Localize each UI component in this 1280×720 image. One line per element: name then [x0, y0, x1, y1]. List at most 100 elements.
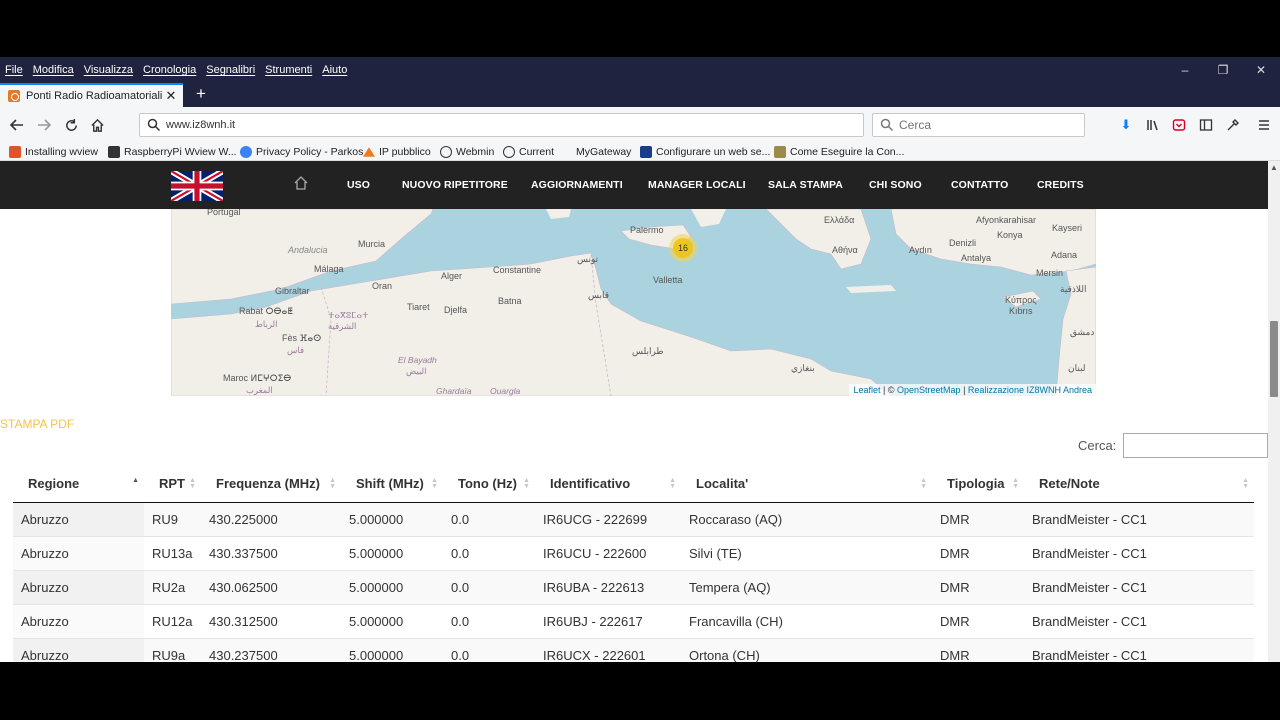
- search-icon: [880, 118, 894, 132]
- url-bar[interactable]: www.iz8wnh.it: [139, 113, 864, 137]
- table-row[interactable]: Abruzzo RU9a 430.237500 5.000000 0.0 IR6UCX -…: [13, 637, 1254, 662]
- repeater-table: Regione ▲ RPT ▲ ▼ Frequenza (MHz) ▲ ▼ Shift (…: [13, 466, 1254, 662]
- table-cell: 5.000000: [341, 501, 443, 536]
- table-search-input[interactable]: [1123, 433, 1268, 458]
- table-row[interactable]: Abruzzo RU13a 430.337500 5.000000 0.0 IR6UCU …: [13, 535, 1254, 570]
- header-label: Shift (MHz): [356, 476, 424, 492]
- column-header-regione[interactable]: Regione ▲: [13, 466, 144, 503]
- map-attribution: Leaflet | © OpenStreetMap | Realizzazion…: [849, 384, 1096, 396]
- bookmark-favicon-icon: [108, 146, 120, 158]
- bookmark-favicon-icon: [363, 147, 375, 157]
- table-header-row: Regione ▲ RPT ▲ ▼ Frequenza (MHz) ▲ ▼ Shift (…: [13, 466, 1254, 503]
- author-link[interactable]: IZ8WNH Andrea: [1026, 385, 1092, 395]
- table-cell: Roccaraso (AQ): [681, 501, 932, 536]
- column-header-shift[interactable]: Shift (MHz) ▲ ▼: [341, 466, 443, 503]
- menu-cronologia[interactable]: Cronologia: [138, 64, 201, 76]
- table-cell: BrandMeister - CC1: [1024, 501, 1254, 536]
- header-label: Identificativo: [550, 476, 631, 492]
- nav-chi-sono[interactable]: CHI SONO: [869, 161, 922, 209]
- bookmark-item[interactable]: Current: [503, 144, 554, 160]
- restore-button[interactable]: ❐: [1204, 57, 1242, 83]
- back-button[interactable]: [6, 114, 28, 136]
- uk-flag-icon[interactable]: [171, 171, 223, 201]
- table-cell: 5.000000: [341, 535, 443, 570]
- column-header-tipologia[interactable]: Tipologia ▲ ▼: [932, 466, 1024, 503]
- table-body: Abruzzo RU9 430.225000 5.000000 0.0 IR6UCG - …: [13, 501, 1254, 662]
- minimize-button[interactable]: –: [1166, 57, 1204, 83]
- openstreetmap-link[interactable]: OpenStreetMap: [897, 385, 961, 395]
- nav-nuovo-ripetitore[interactable]: NUOVO RIPETITORE: [402, 161, 508, 209]
- table-cell: IR6UCG - 222699: [535, 501, 681, 536]
- home-button[interactable]: [86, 114, 108, 136]
- table-cell: DMR: [932, 535, 1024, 570]
- realizzazione-link[interactable]: Realizzazione: [968, 385, 1024, 395]
- attribution-separator: |: [963, 385, 966, 395]
- downloads-icon[interactable]: ⬇: [1116, 115, 1136, 135]
- forward-button[interactable]: [33, 114, 55, 136]
- table-cell: IR6UCU - 222600: [535, 535, 681, 570]
- menu-segnalibri[interactable]: Segnalibri: [201, 64, 260, 76]
- map-label: El Bayadh: [398, 355, 437, 365]
- map-marker-cluster[interactable]: 16: [669, 234, 697, 262]
- map-label: Maroc ⵍⵎⵖⵔⵉⴱ: [223, 373, 292, 383]
- menu-file[interactable]: File: [0, 64, 28, 76]
- nav-manager-locali[interactable]: MANAGER LOCALI: [648, 161, 746, 209]
- map-label: البيض: [406, 366, 427, 376]
- column-header-frequenza[interactable]: Frequenza (MHz) ▲ ▼: [201, 466, 341, 503]
- bookmark-item[interactable]: Configurare un web se...: [640, 144, 770, 160]
- map-label: لبنان: [1068, 363, 1086, 373]
- header-label: Regione: [28, 476, 80, 492]
- bookmark-item[interactable]: IP pubblico: [363, 144, 431, 160]
- tab-active[interactable]: Ponti Radio Radioamatoriali - I ✕: [0, 83, 183, 107]
- library-icon[interactable]: [1143, 115, 1163, 135]
- reload-icon: [65, 118, 77, 131]
- pocket-icon[interactable]: [1169, 115, 1189, 135]
- nav-credits[interactable]: CREDITS: [1037, 161, 1084, 209]
- tab-title: Ponti Radio Radioamatoriali - I: [26, 90, 163, 102]
- nav-aggiornamenti[interactable]: AGGIORNAMENTI: [531, 161, 623, 209]
- menu-aiuto[interactable]: Aiuto: [317, 64, 352, 76]
- column-header-rpt[interactable]: RPT ▲ ▼: [144, 466, 201, 503]
- close-window-button[interactable]: ✕: [1242, 57, 1280, 83]
- map-label: اللاذقية: [1060, 284, 1087, 294]
- eyedropper-icon[interactable]: [1223, 115, 1243, 135]
- stampa-pdf-link[interactable]: STAMPA PDF: [0, 417, 74, 431]
- leaflet-link[interactable]: Leaflet: [853, 385, 880, 395]
- home-icon[interactable]: [293, 175, 309, 191]
- bookmark-item[interactable]: MyGateway: [566, 144, 631, 160]
- bookmark-item[interactable]: Come Eseguire la Con...: [774, 144, 904, 160]
- bookmark-item[interactable]: Webmin: [440, 144, 494, 160]
- page-scrollbar[interactable]: ▲: [1268, 161, 1280, 662]
- search-bar[interactable]: Cerca: [872, 113, 1085, 137]
- bookmark-item[interactable]: RaspberryPi Wview W...: [108, 144, 237, 160]
- bookmark-item[interactable]: Installing wview: [9, 144, 98, 160]
- nav-uso[interactable]: USO: [347, 161, 370, 209]
- table-row[interactable]: Abruzzo RU2a 430.062500 5.000000 0.0 IR6UBA -…: [13, 569, 1254, 604]
- map-label: Κύπρος: [1005, 295, 1037, 305]
- column-header-rete-note[interactable]: Rete/Note ▲ ▼: [1024, 466, 1254, 503]
- column-header-localita[interactable]: Localita' ▲ ▼: [681, 466, 932, 503]
- reload-button[interactable]: [60, 114, 82, 136]
- nav-sala-stampa[interactable]: SALA STAMPA: [768, 161, 843, 209]
- menu-visualizza[interactable]: Visualizza: [79, 64, 138, 76]
- column-header-tono[interactable]: Tono (Hz) ▲ ▼: [443, 466, 535, 503]
- sidebar-icon[interactable]: [1196, 115, 1216, 135]
- menu-strumenti[interactable]: Strumenti: [260, 64, 317, 76]
- tab-close-icon[interactable]: ✕: [163, 88, 179, 104]
- table-cell: 430.062500: [201, 569, 341, 604]
- new-tab-button[interactable]: +: [192, 83, 210, 107]
- web-page: USO NUOVO RIPETITORE AGGIORNAMENTI MANAG…: [0, 161, 1268, 662]
- bookmark-item[interactable]: Privacy Policy - Parkos: [240, 144, 363, 160]
- scroll-up-icon[interactable]: ▲: [1270, 163, 1278, 172]
- nav-contatto[interactable]: CONTATTO: [951, 161, 1008, 209]
- hamburger-menu-icon[interactable]: [1254, 115, 1274, 135]
- table-cell: 0.0: [443, 637, 535, 662]
- menu-modifica[interactable]: Modifica: [28, 64, 79, 76]
- table-cell: 0.0: [443, 569, 535, 604]
- table-row[interactable]: Abruzzo RU12a 430.312500 5.000000 0.0 IR6UBJ …: [13, 603, 1254, 638]
- sort-icon: ▲ ▼: [431, 477, 438, 490]
- table-row[interactable]: Abruzzo RU9 430.225000 5.000000 0.0 IR6UCG - …: [13, 501, 1254, 536]
- scrollbar-thumb[interactable]: [1270, 321, 1278, 397]
- repeater-map[interactable]: Portugal Murcia Andalucia Málaga Gibralt…: [171, 209, 1096, 396]
- column-header-identificativo[interactable]: Identificativo ▲ ▼: [535, 466, 681, 503]
